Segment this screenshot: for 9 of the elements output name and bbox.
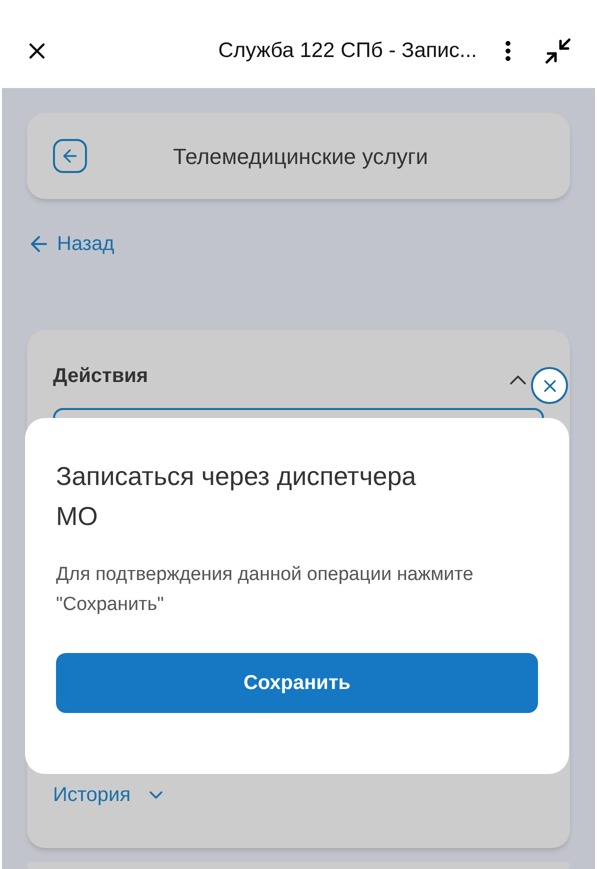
back-link[interactable]: Назад (27, 229, 114, 259)
minimize-icon[interactable] (543, 36, 573, 66)
window-title: Служба 122 СПб - Запис... (218, 38, 477, 64)
page-title: Телемедицинские услуги (172, 142, 429, 171)
dialog-title: Записаться через диспетчера МО (56, 460, 418, 533)
history-toggle[interactable]: История (53, 780, 131, 810)
save-button[interactable]: Сохранить (56, 653, 538, 713)
section-title: Действия (53, 364, 148, 389)
dialog-message: Для подтверждения данной операции нажмите "Сохранить" (56, 563, 474, 617)
